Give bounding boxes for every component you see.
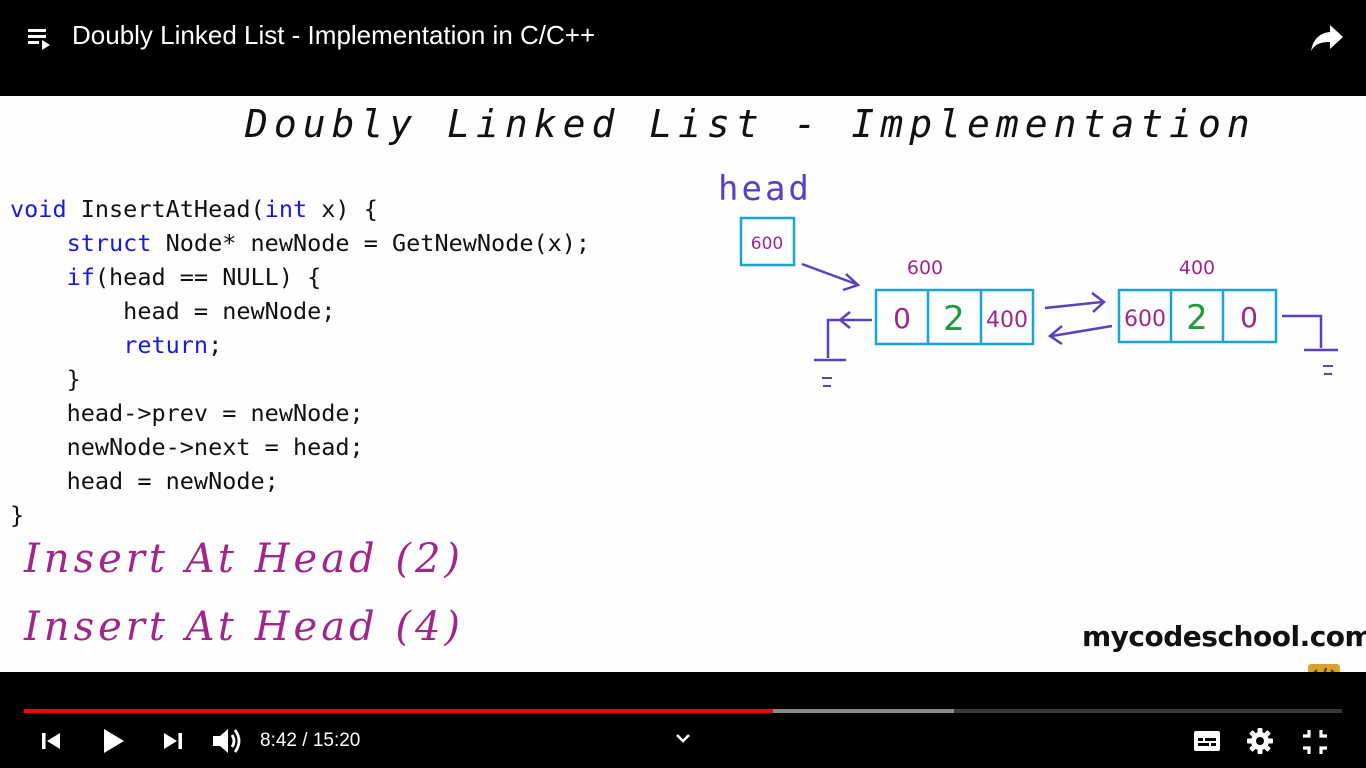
code-line: newNode->next = head; [10,433,364,461]
head-arrow [801,262,857,286]
play-icon[interactable] [98,726,128,756]
head-value: 600 [751,234,783,254]
video-title[interactable]: Doubly Linked List - Implementation in C… [72,18,595,52]
progress-bar[interactable] [24,709,1342,713]
node1-next: 400 [986,308,1028,333]
video-title-bar: Doubly Linked List - Implementation in C… [0,0,1366,96]
code-line: head->prev = newNode; [10,399,364,427]
linked-list-diagram: head 600 600 0 2 400 400 600 2 0 [718,169,1338,387]
node1-null-arrow [826,318,872,358]
node1-prev: 0 [893,302,911,335]
next-link-arrow [1044,300,1103,310]
node1-data: 2 [943,299,965,339]
previous-icon[interactable] [38,728,64,754]
gear-icon[interactable] [1246,727,1274,755]
node2-next: 0 [1240,301,1258,334]
slide-title: Doubly Linked List - Implementation [245,102,1256,146]
next-icon[interactable] [160,728,186,754]
share-icon[interactable] [1310,22,1344,52]
code-line: if(head == NULL) { [66,263,322,291]
node-1: 0 2 400 [874,288,1035,346]
handwritten-call-2: Insert At Head (4) [24,604,465,650]
player-controls: 8:42 / 15:20 [0,672,1366,768]
node-2: 600 2 0 [1117,288,1278,344]
handwritten-call-1: Insert At Head (2) [24,536,465,582]
progress-played [24,709,773,713]
code-line: void InsertAtHead(int x) { [10,195,378,223]
time-display: 8:42 / 15:20 [260,730,361,751]
channel-watermark: mycodeschool.com [1082,620,1366,653]
node2-null-arrow [1282,314,1323,348]
code-line: return; [123,331,223,359]
code-line: head = newNode; [10,297,336,325]
node1-address: 600 [907,257,943,279]
exit-fullscreen-icon[interactable] [1300,727,1330,757]
code-line: } [10,501,25,529]
volume-icon[interactable] [210,726,244,756]
code-line: } [10,365,81,393]
code-listing: void InsertAtHead(int x) { struct Node* … [10,192,590,532]
code-logo-icon [1308,664,1340,672]
code-line: struct Node* newNode = GetNewNode(x); [66,229,591,257]
chevron-down-icon[interactable] [672,728,694,748]
code-line: head = newNode; [10,467,279,495]
node2-address: 400 [1179,257,1215,279]
head-label: head [718,169,812,209]
subtitles-icon[interactable] [1192,728,1222,754]
node2-prev: 600 [1124,307,1166,332]
node2-data: 2 [1186,298,1208,338]
playlist-icon[interactable] [26,24,54,52]
video-frame[interactable]: Doubly Linked List - Implementation void… [0,96,1366,672]
